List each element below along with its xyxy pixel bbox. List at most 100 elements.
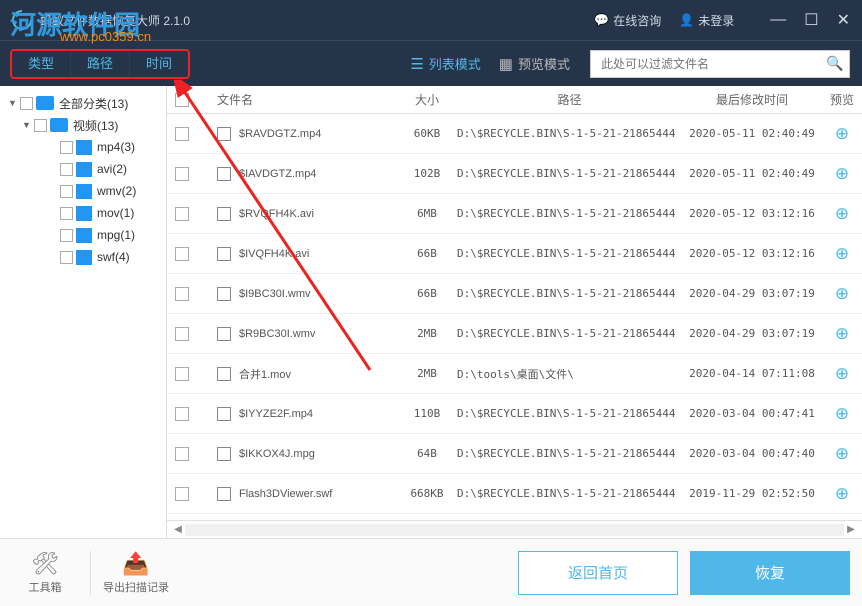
app-title: 蚂蚁文件数据恢复大师 2.1.0: [40, 12, 594, 29]
filter-tab-type[interactable]: 类型: [12, 51, 71, 77]
file-size: 66B: [397, 247, 457, 260]
magnify-icon[interactable]: ⊕: [835, 324, 849, 343]
scroll-left-icon[interactable]: ◀: [171, 524, 185, 535]
col-header-time[interactable]: 最后修改时间: [682, 91, 822, 108]
tree-checkbox[interactable]: [60, 251, 73, 264]
file-row[interactable]: Flash3DViewer.swf668KBD:\$RECYCLE.BIN\S-…: [167, 474, 862, 514]
file-row[interactable]: $IYYZE2F.mp4110BD:\$RECYCLE.BIN\S-1-5-21…: [167, 394, 862, 434]
search-input[interactable]: [590, 50, 850, 78]
row-checkbox[interactable]: [175, 207, 189, 221]
online-consult-link[interactable]: 💬 在线咨询: [594, 12, 661, 29]
file-time: 2020-05-12 03:12:16: [682, 207, 822, 220]
row-checkbox[interactable]: [175, 367, 189, 381]
list-mode-button[interactable]: ☰ 列表模式: [410, 54, 480, 73]
file-path: D:\$RECYCLE.BIN\S-1-5-21-21865444: [457, 207, 682, 220]
tree-item[interactable]: mp4(3): [0, 136, 166, 158]
row-checkbox[interactable]: [175, 447, 189, 461]
file-list-body: $RAVDGTZ.mp460KBD:\$RECYCLE.BIN\S-1-5-21…: [167, 114, 862, 520]
tree-label: wmv(2): [97, 184, 136, 198]
magnify-icon[interactable]: ⊕: [835, 444, 849, 463]
expand-icon[interactable]: ▼: [8, 98, 20, 108]
row-checkbox[interactable]: [175, 167, 189, 181]
row-checkbox[interactable]: [175, 327, 189, 341]
tree-checkbox[interactable]: [20, 97, 33, 110]
row-checkbox[interactable]: [175, 487, 189, 501]
row-checkbox[interactable]: [175, 127, 189, 141]
file-icon: [217, 207, 231, 221]
expand-icon[interactable]: ▼: [22, 120, 34, 130]
minimize-button[interactable]: —: [770, 10, 786, 30]
tree-checkbox[interactable]: [60, 185, 73, 198]
file-size: 6MB: [397, 207, 457, 220]
tree-checkbox[interactable]: [60, 207, 73, 220]
recover-button[interactable]: 恢复: [690, 551, 850, 595]
export-button[interactable]: 📤 导出扫描记录: [91, 551, 181, 595]
file-row[interactable]: $R9BC30I.wmv2MBD:\$RECYCLE.BIN\S-1-5-21-…: [167, 314, 862, 354]
file-row[interactable]: $RVQFH4K.avi6MBD:\$RECYCLE.BIN\S-1-5-21-…: [167, 194, 862, 234]
tree-checkbox[interactable]: [60, 229, 73, 242]
file-icon: [217, 127, 231, 141]
magnify-icon[interactable]: ⊕: [835, 364, 849, 383]
magnify-icon[interactable]: ⊕: [835, 124, 849, 143]
row-checkbox[interactable]: [175, 407, 189, 421]
login-status[interactable]: 👤 未登录: [679, 12, 734, 29]
file-time: 2020-03-04 00:47:40: [682, 447, 822, 460]
search-icon[interactable]: 🔍: [826, 55, 843, 72]
scroll-right-icon[interactable]: ▶: [844, 524, 858, 535]
magnify-icon[interactable]: ⊕: [835, 204, 849, 223]
tree-checkbox[interactable]: [60, 141, 73, 154]
select-all-checkbox[interactable]: [175, 93, 189, 107]
file-path: D:\$RECYCLE.BIN\S-1-5-21-21865444: [457, 287, 682, 300]
tree-item[interactable]: ▼全部分类(13): [0, 92, 166, 114]
magnify-icon[interactable]: ⊕: [835, 164, 849, 183]
list-header: 文件名 大小 路径 最后修改时间 预览: [167, 86, 862, 114]
row-checkbox[interactable]: [175, 287, 189, 301]
tree-checkbox[interactable]: [34, 119, 47, 132]
file-size: 64B: [397, 447, 457, 460]
tree-item[interactable]: mov(1): [0, 202, 166, 224]
file-list-panel: 文件名 大小 路径 最后修改时间 预览 $RAVDGTZ.mp460KBD:\$…: [167, 86, 862, 538]
tree-item[interactable]: ▼视频(13): [0, 114, 166, 136]
file-size: 668KB: [397, 487, 457, 500]
file-name: $IKKOX4J.mpg: [239, 448, 315, 460]
tree-checkbox[interactable]: [60, 163, 73, 176]
file-row[interactable]: $IKKOX4J.mpg64BD:\$RECYCLE.BIN\S-1-5-21-…: [167, 434, 862, 474]
col-header-name[interactable]: 文件名: [197, 91, 397, 108]
file-time: 2020-05-12 03:12:16: [682, 247, 822, 260]
col-header-path[interactable]: 路径: [457, 91, 682, 108]
tree-item[interactable]: wmv(2): [0, 180, 166, 202]
magnify-icon[interactable]: ⊕: [835, 404, 849, 423]
magnify-icon[interactable]: ⊕: [835, 244, 849, 263]
chat-icon: 💬: [594, 13, 609, 27]
filter-tab-path[interactable]: 路径: [71, 51, 130, 77]
close-button[interactable]: ✕: [837, 10, 850, 30]
magnify-icon[interactable]: ⊕: [835, 284, 849, 303]
magnify-icon[interactable]: ⊕: [835, 484, 849, 503]
grid-icon: ▦: [499, 55, 513, 73]
file-row[interactable]: $I9BC30I.wmv66BD:\$RECYCLE.BIN\S-1-5-21-…: [167, 274, 862, 314]
maximize-button[interactable]: ☐: [804, 10, 818, 30]
tree-item[interactable]: mpg(1): [0, 224, 166, 246]
file-name: Flash3DViewer.swf: [239, 488, 332, 500]
main-content: ▼全部分类(13)▼视频(13)mp4(3) avi(2) wmv(2) mov(1)…: [0, 86, 862, 538]
file-row[interactable]: $IAVDGTZ.mp4102BD:\$RECYCLE.BIN\S-1-5-21…: [167, 154, 862, 194]
file-time: 2019-11-29 02:52:50: [682, 487, 822, 500]
toolbox-button[interactable]: 🛠 工具箱: [0, 551, 90, 595]
category-icon: [76, 184, 92, 199]
tree-item[interactable]: avi(2): [0, 158, 166, 180]
file-row[interactable]: $RAVDGTZ.mp460KBD:\$RECYCLE.BIN\S-1-5-21…: [167, 114, 862, 154]
home-button[interactable]: 返回首页: [518, 551, 678, 595]
horizontal-scrollbar[interactable]: ◀ ▶: [167, 520, 862, 538]
tree-item[interactable]: swf(4): [0, 246, 166, 268]
filter-tab-time[interactable]: 时间: [130, 51, 188, 77]
file-row[interactable]: 合并1.mov2MBD:\tools\桌面\文件\2020-04-14 07:1…: [167, 354, 862, 394]
tree-label: mpg(1): [97, 228, 135, 242]
row-checkbox[interactable]: [175, 247, 189, 261]
file-row[interactable]: $IVQFH4K.avi66BD:\$RECYCLE.BIN\S-1-5-21-…: [167, 234, 862, 274]
tree-label: mov(1): [97, 206, 134, 220]
tree-label: avi(2): [97, 162, 127, 176]
col-header-size[interactable]: 大小: [397, 91, 457, 108]
file-icon: [217, 167, 231, 181]
view-modes: ☰ 列表模式 ▦ 预览模式: [410, 54, 570, 73]
preview-mode-button[interactable]: ▦ 预览模式: [499, 54, 570, 73]
